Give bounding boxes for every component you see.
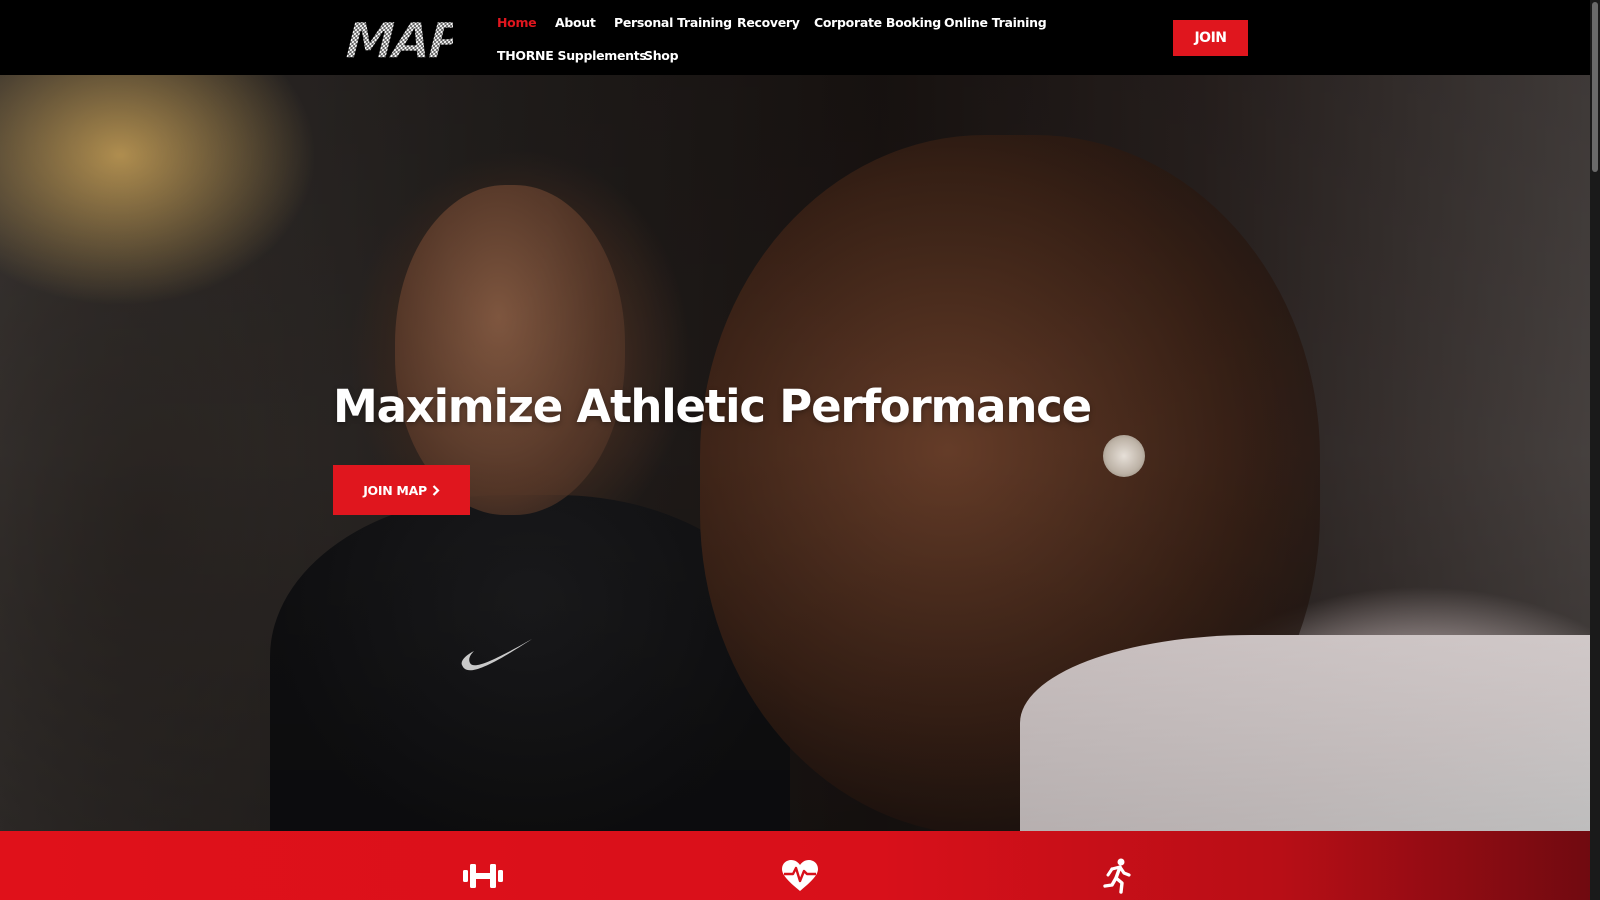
- nav-item-about[interactable]: About: [555, 15, 596, 30]
- nav-item-shop[interactable]: Shop: [644, 48, 679, 63]
- nav-item-online-training[interactable]: Online Training: [944, 15, 1047, 30]
- hero-title: Maximize Athletic Performance: [333, 380, 1092, 433]
- page-scrollbar[interactable]: [1590, 0, 1600, 900]
- heartbeat-icon: [778, 858, 822, 894]
- nav-item-home[interactable]: Home: [497, 15, 537, 30]
- running-icon: [1095, 858, 1139, 894]
- dumbbell-icon: [461, 858, 505, 894]
- nav-item-personal-training[interactable]: Personal Training: [614, 15, 732, 30]
- nav-item-corporate-booking[interactable]: Corporate Booking: [814, 15, 941, 30]
- map-logo[interactable]: MAP: [341, 10, 453, 64]
- join-map-button[interactable]: JOIN MAP: [333, 465, 470, 515]
- hero-section: Maximize Athletic Performance JOIN MAP: [0, 75, 1600, 831]
- features-band: [0, 831, 1600, 900]
- nav-item-thorne-supplements[interactable]: THORNE Supplements: [497, 48, 647, 63]
- site-header: MAP Home About Personal Training Recover…: [0, 0, 1600, 75]
- chevron-right-icon: [432, 484, 440, 496]
- main-nav: Home About Personal Training Recovery Co…: [497, 0, 1057, 75]
- join-button[interactable]: JOIN: [1173, 20, 1248, 56]
- nav-item-recovery[interactable]: Recovery: [737, 15, 800, 30]
- join-map-label: JOIN MAP: [363, 482, 427, 498]
- scrollbar-thumb[interactable]: [1592, 2, 1598, 172]
- svg-text:MAP: MAP: [341, 12, 453, 64]
